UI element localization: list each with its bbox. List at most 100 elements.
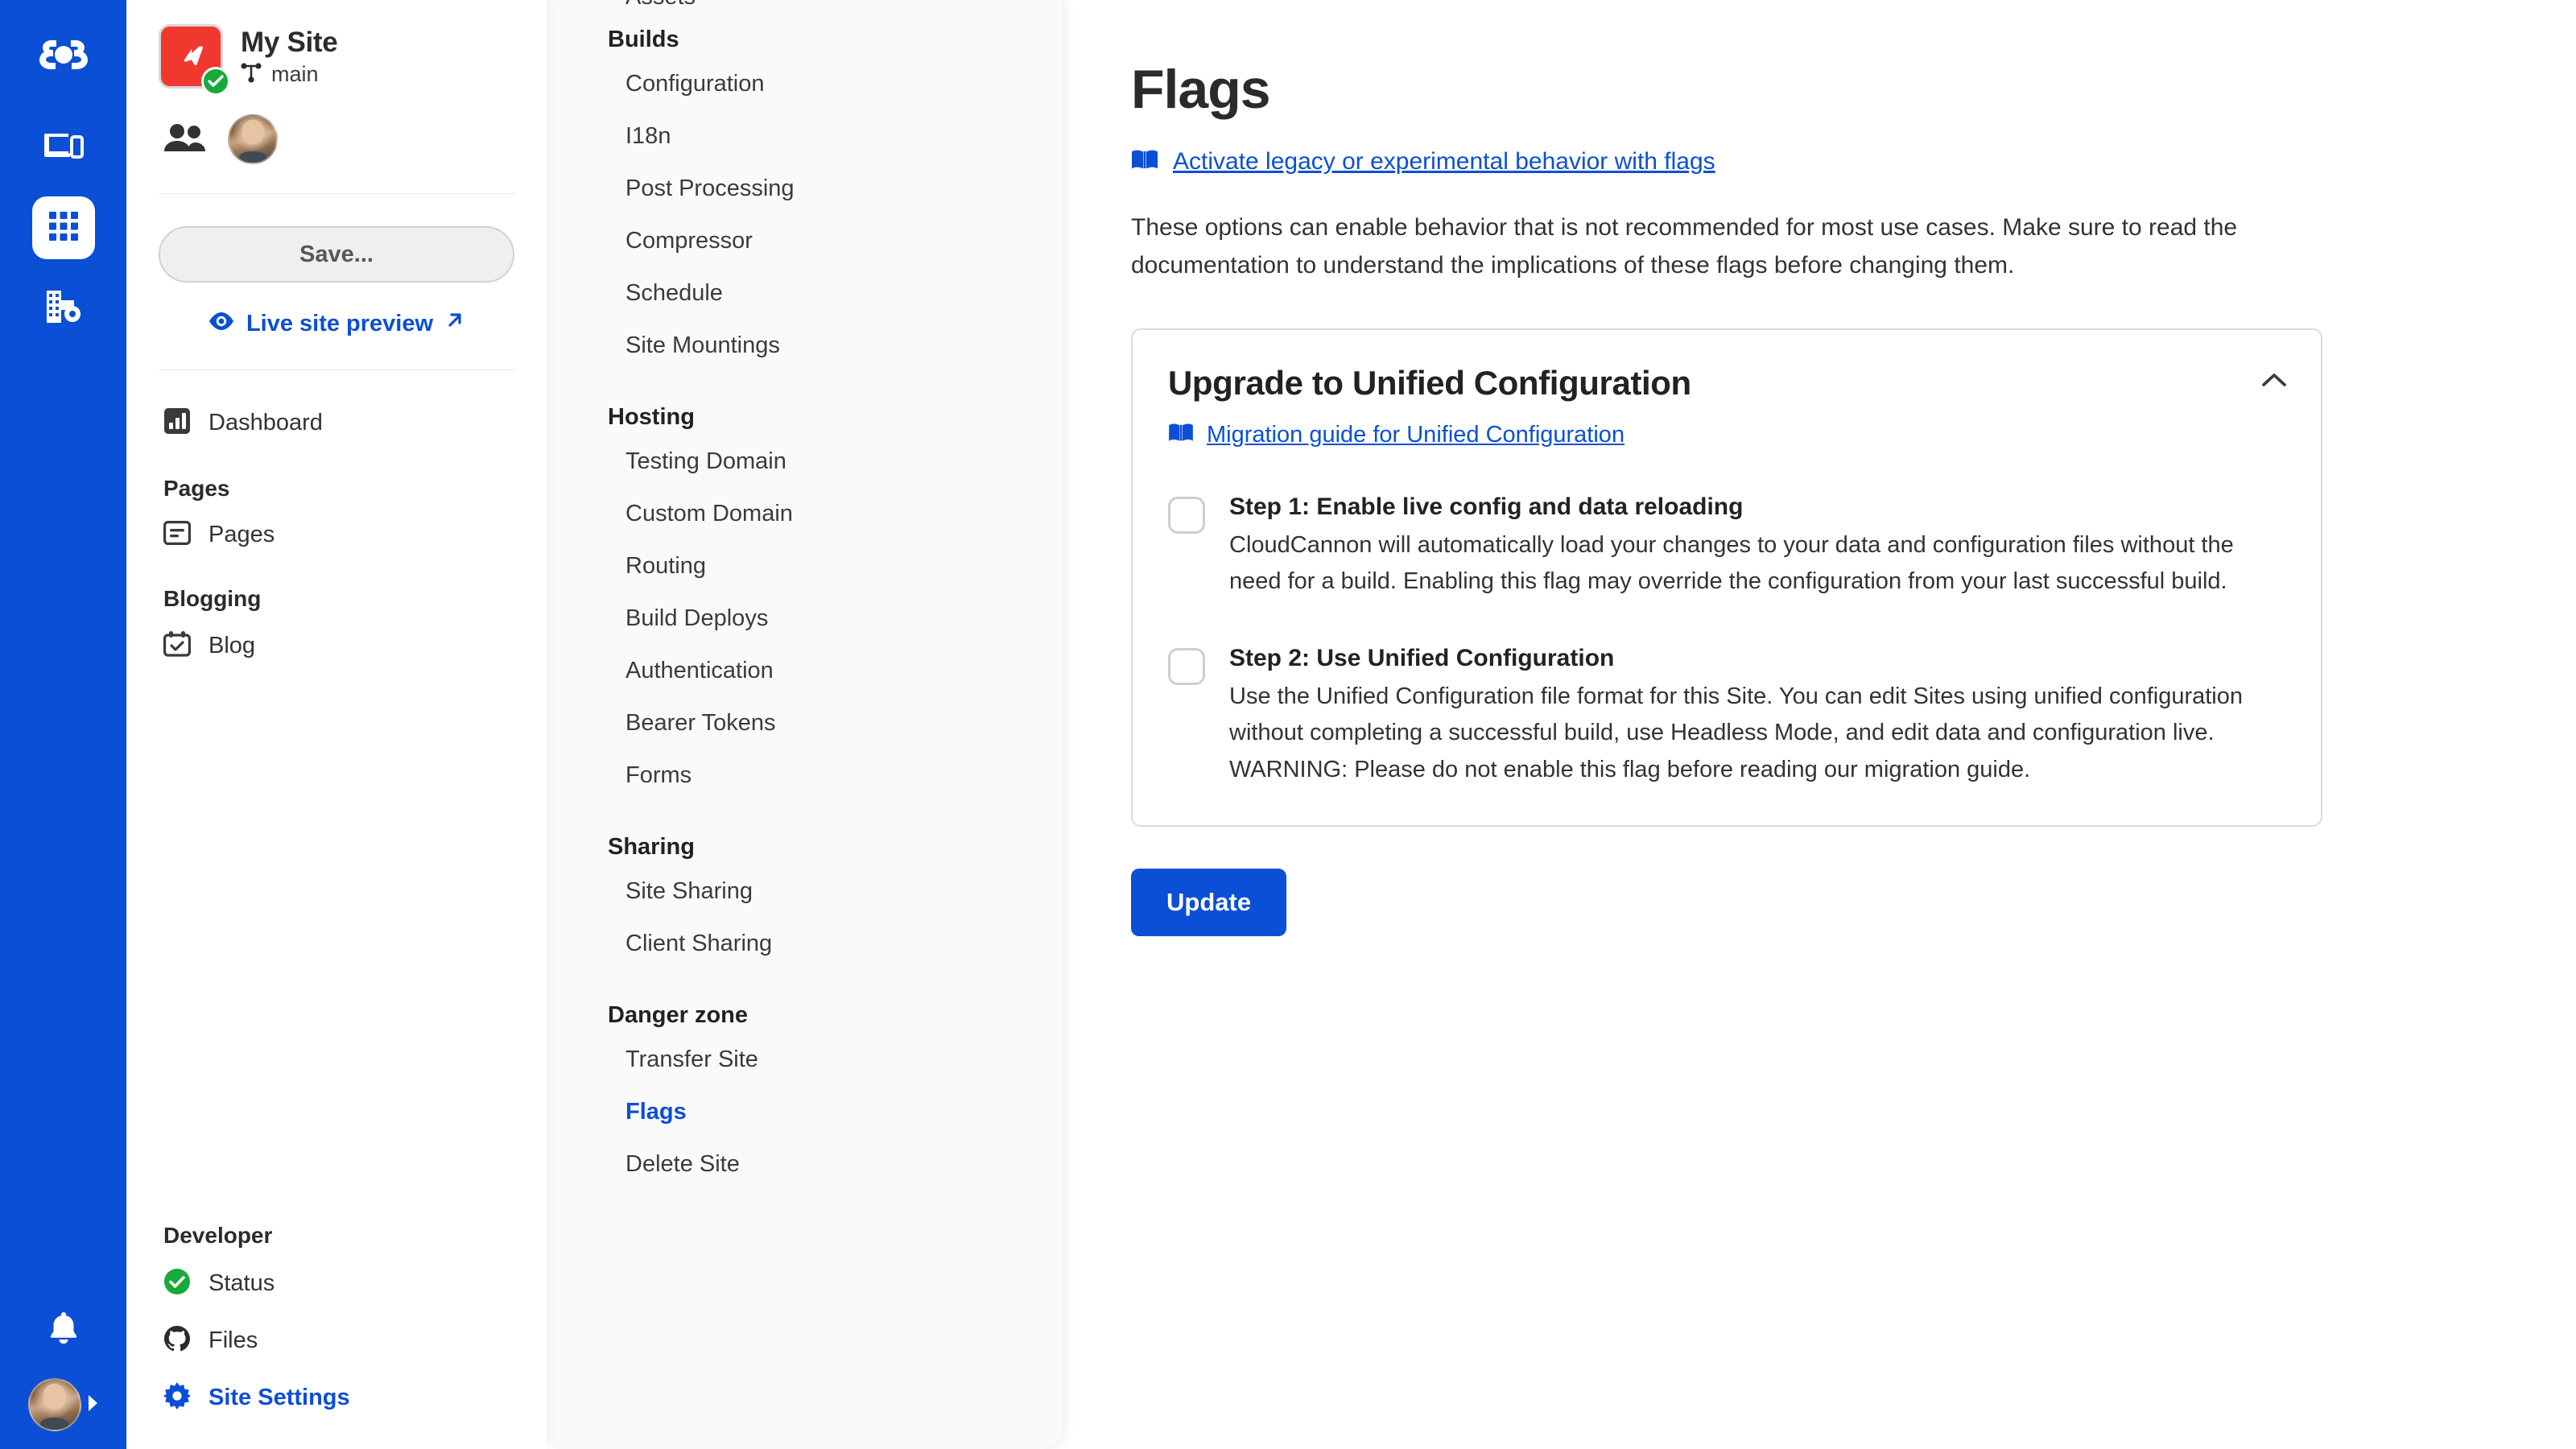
settings-item-delete-site[interactable]: Delete Site [608, 1138, 1062, 1191]
sidebar-item-status[interactable]: Status [159, 1255, 514, 1312]
main-content: Flags Activate legacy or experimental be… [1062, 0, 2576, 1449]
page-intro: These options can enable behavior that i… [1131, 214, 2238, 279]
notifications-button[interactable] [35, 1301, 92, 1357]
settings-item-site-sharing[interactable]: Site Sharing [608, 865, 1062, 918]
settings-item-configuration[interactable]: Configuration [608, 58, 1062, 110]
sidebar-item-label: Site Settings [208, 1385, 350, 1410]
site-summary[interactable]: My Site main [159, 24, 514, 96]
branch-name: main [271, 61, 319, 86]
step-1-checkbox[interactable] [1168, 496, 1205, 534]
collaborator-avatar[interactable] [228, 114, 278, 164]
step-2-title: Step 2: Use Unified Configuration [1229, 645, 1615, 672]
settings-item-custom-domain[interactable]: Custom Domain [608, 488, 1062, 540]
flag-step-1: Step 1: Enable live config and data relo… [1168, 493, 2285, 600]
book-icon [1168, 423, 1194, 448]
site-name: My Site [241, 26, 338, 58]
settings-group-builds: Builds [608, 27, 679, 52]
rail-bottom-group [0, 1301, 126, 1431]
chevron-up-icon [2262, 373, 2286, 390]
calendar-check-icon [163, 631, 191, 661]
eye-icon [208, 311, 235, 337]
settings-group-sharing: Sharing [608, 834, 695, 860]
dashboard-icon [163, 407, 191, 439]
flag-step-2: Step 2: Use Unified Configuration Use th… [1168, 645, 2285, 788]
apps-grid-icon [48, 211, 79, 246]
site-nav-panel: My Site main Save... Live site preview D… [126, 0, 547, 1449]
settings-item-post-processing[interactable]: Post Processing [608, 163, 1062, 215]
site-actions: Save... Live site preview [126, 194, 547, 370]
user-menu-button[interactable] [27, 1378, 99, 1431]
step-1-title: Step 1: Enable live config and data relo… [1229, 493, 1744, 520]
settings-item-compressor[interactable]: Compressor [608, 215, 1062, 267]
settings-item-assets[interactable]: Assets [608, 0, 1062, 10]
card-link-row: Migration guide for Unified Configuratio… [1168, 422, 2285, 448]
rail-top-group [0, 0, 126, 340]
step-2-checkbox[interactable] [1168, 648, 1205, 686]
step-2-description: Use the Unified Configuration file forma… [1229, 683, 2244, 782]
page-title: Flags [1131, 59, 1271, 120]
live-site-preview-link[interactable]: Live site preview [159, 310, 514, 337]
settings-item-transfer-site[interactable]: Transfer Site [608, 1034, 1062, 1086]
step-1-body: Step 1: Enable live config and data relo… [1229, 493, 2284, 600]
external-link-arrow-icon [444, 310, 465, 337]
branch-row: main [241, 62, 337, 87]
sidebar-item-label: Pages [208, 522, 275, 547]
documentation-link[interactable]: Activate legacy or experimental behavior… [1173, 148, 1715, 175]
settings-item-site-mountings[interactable]: Site Mountings [608, 320, 1062, 372]
settings-item-bearer-tokens[interactable]: Bearer Tokens [608, 697, 1062, 749]
sidebar-item-site-settings[interactable]: Site Settings [159, 1369, 514, 1426]
settings-item-flags[interactable]: Flags [608, 1086, 1062, 1138]
settings-group-danger-zone: Danger zone [608, 1002, 749, 1028]
site-nav-list: Dashboard Pages Pages Blogging Blog Deve… [126, 370, 547, 1449]
avatar [27, 1378, 81, 1431]
github-icon [163, 1325, 191, 1356]
collaborators-row[interactable] [159, 114, 514, 164]
gear-icon [163, 1382, 191, 1414]
sidebar-item-dashboard[interactable]: Dashboard [159, 394, 514, 452]
documentation-link-row: Activate legacy or experimental behavior… [1131, 148, 2576, 175]
step-2-body: Step 2: Use Unified Configuration Use th… [1229, 645, 2284, 788]
book-icon [1131, 149, 1158, 175]
migration-guide-link[interactable]: Migration guide for Unified Configuratio… [1207, 422, 1624, 448]
settings-group-hosting: Hosting [608, 404, 695, 430]
card-title: Upgrade to Unified Configuration [1168, 363, 1691, 402]
site-logo-wrapper [159, 24, 230, 96]
rail-item-apps[interactable] [31, 196, 95, 259]
rail-item-organisation-settings[interactable] [32, 277, 95, 340]
collapse-card-button[interactable] [2256, 364, 2292, 399]
bell-icon [48, 1311, 79, 1348]
settings-item-client-sharing[interactable]: Client Sharing [608, 918, 1062, 970]
site-meta: My Site main [241, 26, 338, 87]
app-root: My Site main Save... Live site preview D… [0, 0, 2576, 1449]
nav-developer-section: Developer Status Files Site Settings [159, 1199, 514, 1426]
sidebar-item-blog[interactable]: Blog [159, 618, 514, 674]
branch-icon [241, 62, 262, 87]
update-button[interactable]: Update [1131, 868, 1287, 936]
settings-item-testing-domain[interactable]: Testing Domain [608, 436, 1062, 488]
settings-item-authentication[interactable]: Authentication [608, 645, 1062, 697]
save-button[interactable]: Save... [159, 226, 514, 283]
cloudcannon-logo-icon[interactable] [27, 21, 101, 95]
settings-item-i18n[interactable]: I18n [608, 110, 1062, 163]
devices-icon [43, 130, 84, 166]
settings-item-schedule[interactable]: Schedule [608, 267, 1062, 320]
sidebar-item-label: Files [208, 1327, 258, 1353]
sidebar-item-pages[interactable]: Pages [159, 508, 514, 562]
flag-card-unified-configuration: Upgrade to Unified Configuration Migrati… [1131, 328, 2322, 827]
settings-item-routing[interactable]: Routing [608, 540, 1062, 592]
sidebar-item-files[interactable]: Files [159, 1312, 514, 1369]
organisation-settings-icon [44, 289, 83, 328]
sidebar-item-label: Status [208, 1270, 275, 1296]
settings-item-build-deploys[interactable]: Build Deploys [608, 592, 1062, 645]
status-ok-icon [163, 1268, 191, 1299]
rail-item-devices[interactable] [32, 116, 95, 179]
settings-item-forms[interactable]: Forms [608, 749, 1062, 802]
settings-nav-list: Assets Builds Configuration I18n Post Pr… [608, 0, 1062, 1191]
pages-icon [163, 521, 191, 549]
step-1-description: CloudCannon will automatically load your… [1229, 531, 2234, 594]
check-circle-icon [201, 67, 230, 96]
people-icon [163, 122, 207, 157]
